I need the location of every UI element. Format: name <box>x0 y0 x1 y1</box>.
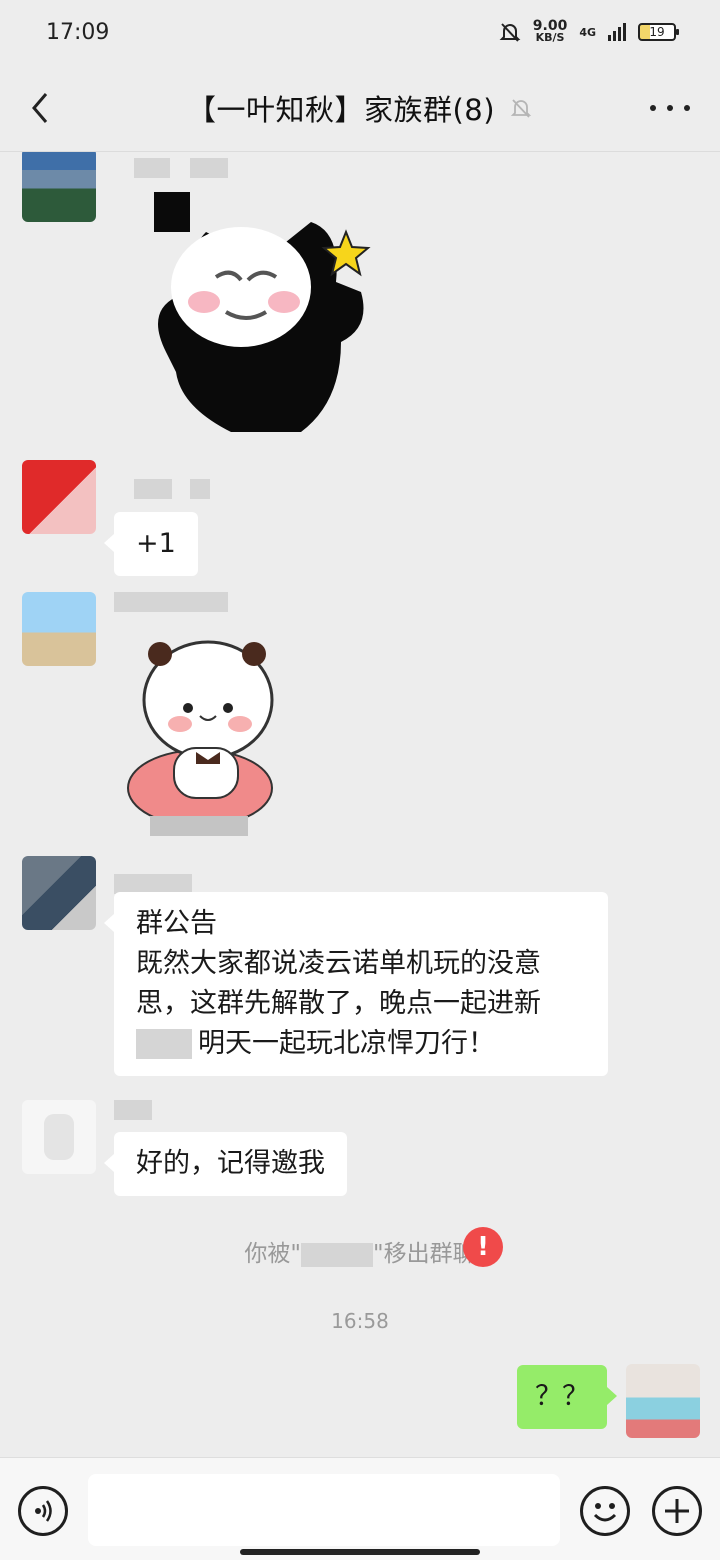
input-bar <box>0 1457 720 1560</box>
sender-name <box>114 1100 152 1120</box>
bell-off-icon <box>499 23 521 42</box>
message-text: 好的，记得邀我 <box>136 1148 325 1179</box>
system-removed-notice: 你被" "移出群聊 <box>0 1234 720 1268</box>
voice-icon[interactable] <box>18 1486 68 1536</box>
announcement-line: 明天一起玩北凉悍刀行！ <box>198 1028 495 1059</box>
chat-header: 【一叶知秋】家族群(8) <box>0 64 720 152</box>
status-icons: 9.00 KB/S 4G 19 <box>499 19 679 44</box>
message-text: ？？ <box>535 1381 589 1412</box>
announcement-line-3: 明天一起玩北凉悍刀行！ <box>136 1024 586 1064</box>
avatar[interactable] <box>22 460 96 534</box>
announcement-title: 群公告 <box>136 908 217 939</box>
panda-meme-sticker[interactable] <box>136 192 386 442</box>
chat-area[interactable]: +1 群公告 既然大家都说凌云诺单机玩的没意 思，这群先解散了，晚点一起进新 明… <box>0 152 720 1457</box>
sticker-watermark <box>150 816 248 836</box>
status-bar: 17:09 9.00 KB/S 4G 19 <box>0 0 720 64</box>
my-avatar[interactable] <box>626 1364 700 1438</box>
avatar[interactable] <box>22 856 96 930</box>
message-bubble[interactable]: +1 <box>104 512 198 576</box>
net-speed: 9.00 KB/S <box>533 19 568 44</box>
announcement-line: 既然大家都说凌云诺单机玩的没意 <box>136 948 541 979</box>
more-dots-icon[interactable] <box>650 94 690 122</box>
battery-icon: 19 <box>638 23 679 41</box>
avatar[interactable] <box>22 592 96 666</box>
announcement-bubble[interactable]: 群公告 既然大家都说凌云诺单机玩的没意 思，这群先解散了，晚点一起进新 明天一起… <box>104 892 608 1076</box>
bear-sticker[interactable] <box>124 628 284 828</box>
sender-name <box>190 479 210 499</box>
error-icon[interactable]: ! <box>463 1227 503 1267</box>
avatar[interactable] <box>22 152 96 222</box>
signal-icon <box>608 23 626 41</box>
blurred-name <box>301 1242 373 1267</box>
message-input[interactable] <box>88 1474 560 1546</box>
net-speed-unit: KB/S <box>535 31 565 44</box>
system-text-prefix: 你被" <box>244 1241 301 1267</box>
home-indicator[interactable] <box>240 1549 480 1555</box>
blurred-text <box>136 1029 192 1059</box>
status-time: 17:09 <box>46 19 110 45</box>
network-type: 4G <box>579 25 596 39</box>
bell-off-icon <box>510 98 532 118</box>
sender-name <box>114 592 228 612</box>
announcement-line: 思，这群先解散了，晚点一起进新 <box>136 988 541 1019</box>
sender-name <box>114 874 192 894</box>
sender-name <box>134 158 170 178</box>
message-time: 16:58 <box>331 1309 389 1333</box>
system-text-suffix: "移出群聊 <box>373 1241 476 1267</box>
message-text: +1 <box>136 528 176 559</box>
chat-title[interactable]: 【一叶知秋】家族群(8) <box>187 87 495 129</box>
my-message-bubble[interactable]: ？？ <box>517 1365 617 1429</box>
message-bubble[interactable]: 好的，记得邀我 <box>104 1132 347 1196</box>
sender-name <box>134 479 172 499</box>
chevron-left-icon[interactable] <box>22 88 62 128</box>
avatar[interactable] <box>22 1100 96 1174</box>
sender-name <box>190 158 228 178</box>
plus-icon[interactable] <box>652 1486 702 1536</box>
emoji-icon[interactable] <box>580 1486 630 1536</box>
